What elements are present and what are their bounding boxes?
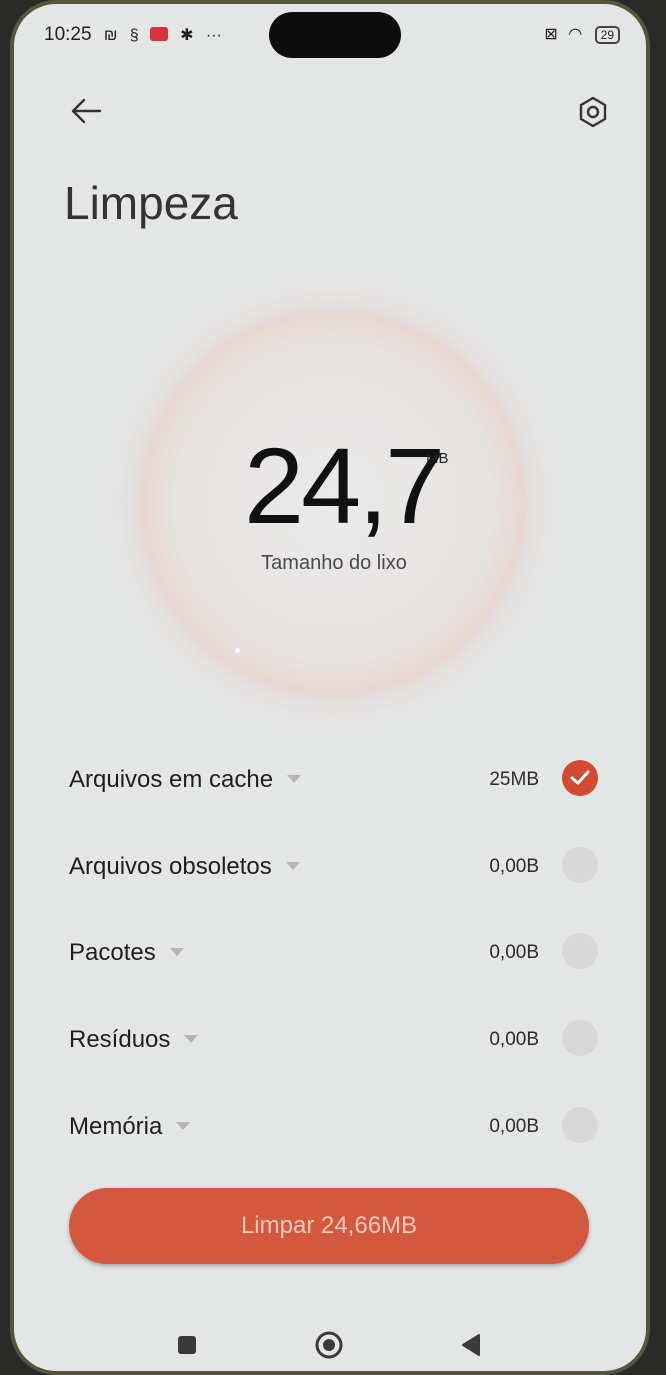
- recents-button[interactable]: [167, 1322, 207, 1368]
- junk-size-unit: MB: [426, 450, 449, 467]
- chevron-down-icon: [176, 1122, 191, 1130]
- row-memoria[interactable]: Memória 0,00B: [64, 1101, 604, 1151]
- row-size: 25MB: [489, 769, 539, 790]
- junk-size-label: Tamanho do lixo: [261, 552, 407, 574]
- expand-residues-dropdown[interactable]: Resíduos: [69, 1026, 199, 1054]
- gear-notification-icon: ✱: [180, 27, 194, 44]
- checkbox-unchecked[interactable]: [562, 1107, 598, 1143]
- row-label: Arquivos obsoletos: [69, 853, 272, 880]
- status-bar-left: 10:25 ₪ § ✱ ···: [44, 24, 222, 46]
- more-notifications-icon: ···: [205, 27, 222, 44]
- row-label: Memória: [69, 1113, 163, 1140]
- chevron-down-icon: [169, 948, 184, 956]
- expand-cache-dropdown[interactable]: Arquivos em cache: [69, 766, 302, 794]
- expand-memory-dropdown[interactable]: Memória: [69, 1113, 191, 1141]
- nav-back-button[interactable]: [451, 1322, 491, 1368]
- checkmark-icon: [570, 770, 590, 785]
- row-size: 0,00B: [489, 856, 539, 877]
- checkbox-checked[interactable]: [562, 760, 598, 796]
- row-size: 0,00B: [489, 942, 539, 963]
- back-button[interactable]: [69, 86, 103, 136]
- expand-packages-dropdown[interactable]: Pacotes: [69, 939, 184, 967]
- no-sim-icon: ⊠: [544, 26, 558, 43]
- battery-icon: 29: [594, 26, 620, 44]
- chevron-down-icon: [287, 775, 302, 783]
- clean-button-label: Limpar 24,66MB: [240, 1212, 418, 1239]
- settings-button[interactable]: [566, 84, 620, 140]
- triangle-back-icon: [462, 1334, 480, 1356]
- expand-obsolete-dropdown[interactable]: Arquivos obsoletos: [69, 853, 300, 881]
- row-arquivos-obsoletos[interactable]: Arquivos obsoletos 0,00B: [64, 841, 604, 891]
- junk-size-value: 24,7: [244, 425, 445, 546]
- camera-notch: [269, 12, 401, 58]
- phone-screen: 10:25 ₪ § ✱ ··· ⊠ ◠ 29 Limpeza 24,7 MB T…: [10, 0, 650, 1375]
- nfc-icon: ₪: [103, 27, 118, 44]
- row-residuos[interactable]: Resíduos 0,00B: [64, 1014, 604, 1064]
- row-arquivos-em-cache[interactable]: Arquivos em cache 25MB: [64, 754, 604, 804]
- page-title: Limpeza: [64, 177, 238, 229]
- chevron-down-icon: [285, 862, 300, 870]
- checkbox-unchecked[interactable]: [562, 847, 598, 883]
- row-pacotes[interactable]: Pacotes 0,00B: [64, 927, 604, 977]
- row-label: Pacotes: [69, 939, 156, 966]
- row-size: 0,00B: [489, 1029, 539, 1050]
- battery-level: 29: [600, 28, 614, 42]
- row-label: Arquivos em cache: [69, 766, 274, 793]
- checkbox-unchecked[interactable]: [562, 933, 598, 969]
- home-button[interactable]: [309, 1322, 349, 1368]
- row-label: Resíduos: [69, 1026, 171, 1053]
- status-bar-right: ⊠ ◠ 29: [544, 24, 620, 44]
- checkbox-unchecked[interactable]: [562, 1020, 598, 1056]
- circle-home-icon: [315, 1331, 343, 1359]
- sync-icon: §: [129, 27, 139, 44]
- gauge-sparkle: [235, 648, 240, 653]
- hexagon-settings-icon: [579, 96, 607, 128]
- mail-notification-icon: [149, 27, 168, 41]
- chevron-down-icon: [184, 1035, 199, 1043]
- clean-button[interactable]: Limpar 24,66MB: [69, 1188, 589, 1264]
- arrow-left-icon: [71, 98, 102, 124]
- row-size: 0,00B: [489, 1116, 539, 1137]
- square-recents-icon: [178, 1336, 196, 1354]
- wifi-icon: ◠: [568, 26, 583, 43]
- status-time: 10:25: [44, 24, 92, 45]
